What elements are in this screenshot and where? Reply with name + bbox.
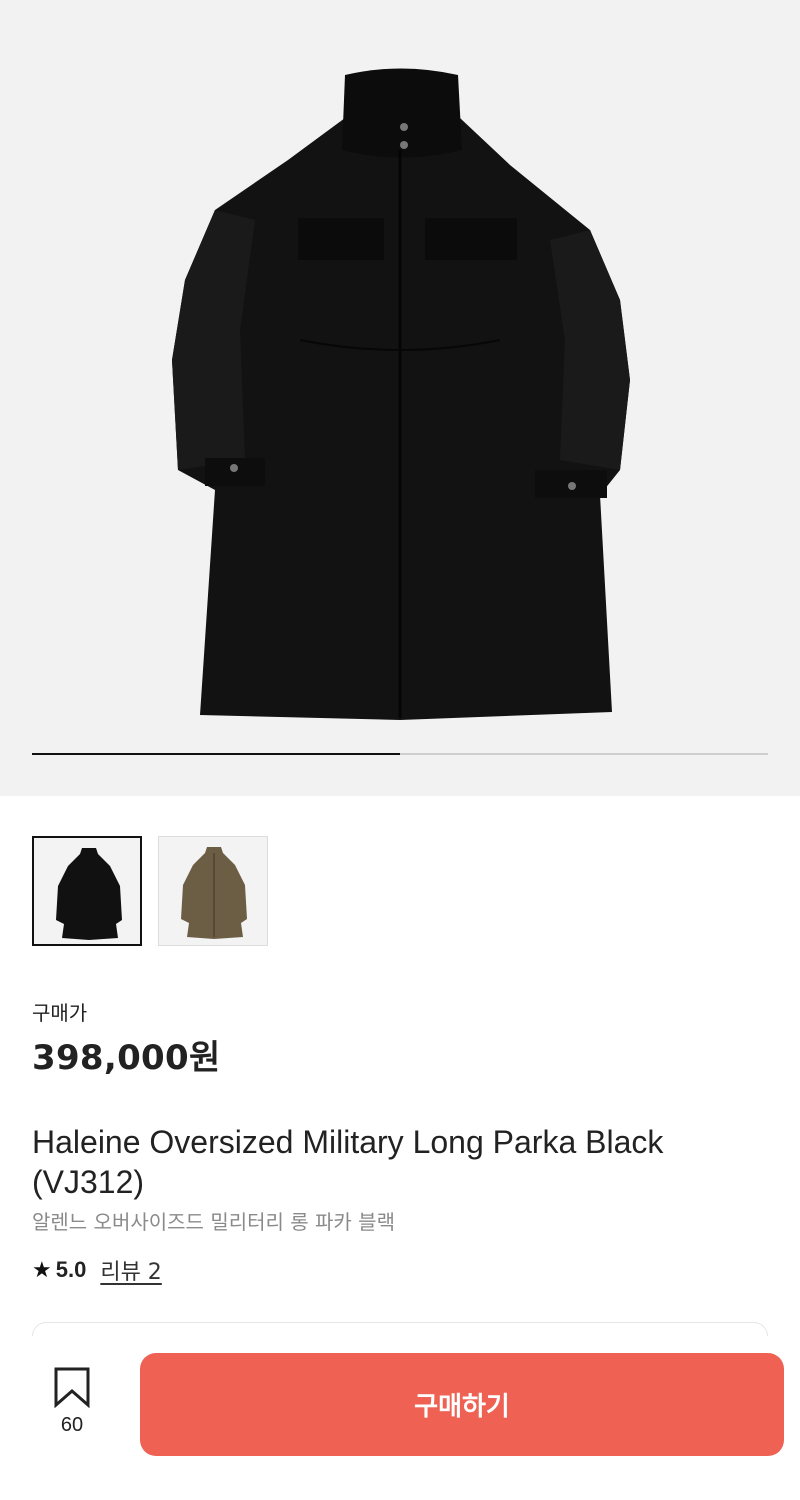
product-image-gallery[interactable] (0, 0, 800, 796)
bookmark-button[interactable]: 60 (42, 1366, 102, 1437)
review-link[interactable]: 리뷰 2 (100, 1254, 161, 1286)
product-title-en: Haleine Oversized Military Long Parka Bl… (32, 1124, 664, 1200)
price-value: 398,000원 (32, 1038, 221, 1078)
product-title-ko: 알렌느 오버사이즈드 밀리터리 롱 파카 블랙 (32, 1210, 395, 1234)
black-parka-image (172, 68, 630, 720)
bookmark-icon (54, 1367, 90, 1408)
gallery-progress-track (32, 753, 768, 755)
khaki-coat-thumbnail-image (181, 847, 247, 939)
thumbnail-strip (32, 836, 268, 946)
thumbnail-black[interactable] (32, 836, 142, 946)
price-label: 구매가 (32, 1001, 88, 1025)
buy-button[interactable]: 구매하기 (140, 1353, 784, 1456)
black-coat-thumbnail-image (56, 848, 122, 940)
bookmark-count: 60 (60, 1414, 84, 1436)
rating-score: 5.0 (55, 1257, 87, 1282)
rating-row: ★ 5.0 리뷰 2 (32, 1254, 162, 1286)
thumbnail-khaki[interactable] (158, 836, 268, 946)
gallery-progress-fill (32, 753, 400, 755)
star-icon: ★ (32, 1257, 52, 1283)
